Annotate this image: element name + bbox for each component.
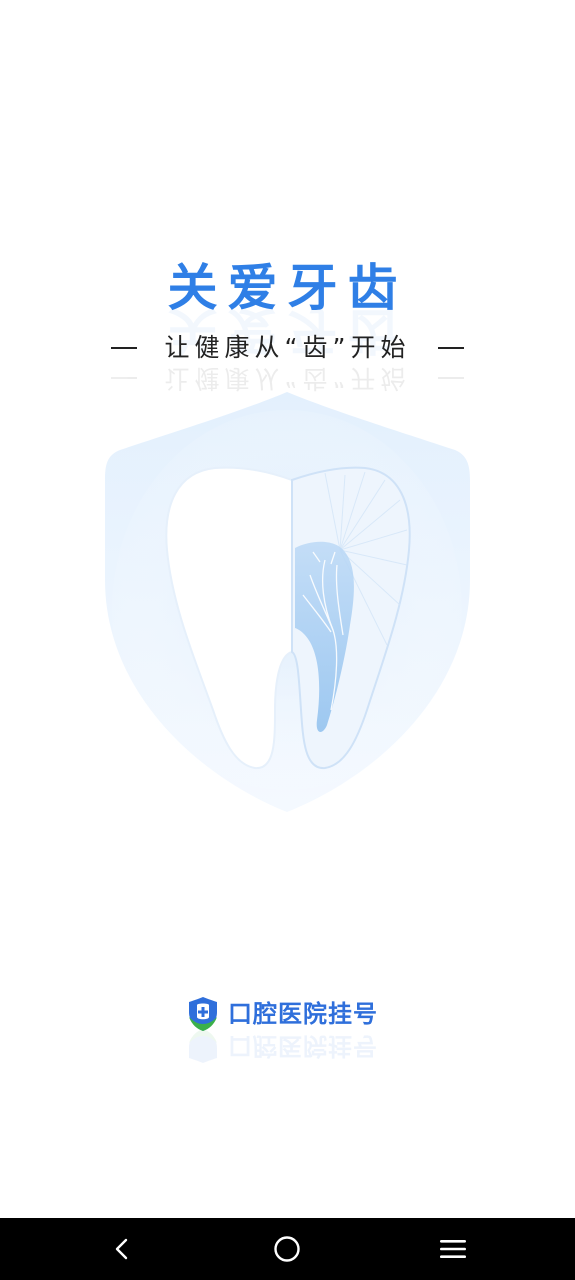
slogan-dash-right <box>438 347 464 349</box>
circle-home-icon <box>274 1236 300 1262</box>
nav-back-button[interactable] <box>92 1218 152 1280</box>
splash-screen: 关爱牙齿 关爱牙齿 让健康从“齿”开始 让健康从“齿”开始 口腔医院挂号 口腔医… <box>0 0 575 1280</box>
slogan-reflection-dash-right <box>438 377 464 379</box>
shield-cross-reflection-icon <box>189 1029 217 1063</box>
hamburger-menu-icon <box>440 1240 466 1258</box>
brand-reflection: 口腔医院挂号 <box>186 1026 378 1066</box>
brand-name-reflection: 口腔医院挂号 <box>228 1032 378 1060</box>
slogan-reflection-dash-left <box>111 377 137 379</box>
system-navigation-bar <box>0 1218 575 1280</box>
nav-home-button[interactable] <box>257 1218 317 1280</box>
slogan-dash-left <box>111 347 137 349</box>
nav-menu-button[interactable] <box>423 1218 483 1280</box>
tooth-shield-illustration <box>105 392 470 812</box>
chevron-left-icon <box>115 1238 128 1260</box>
